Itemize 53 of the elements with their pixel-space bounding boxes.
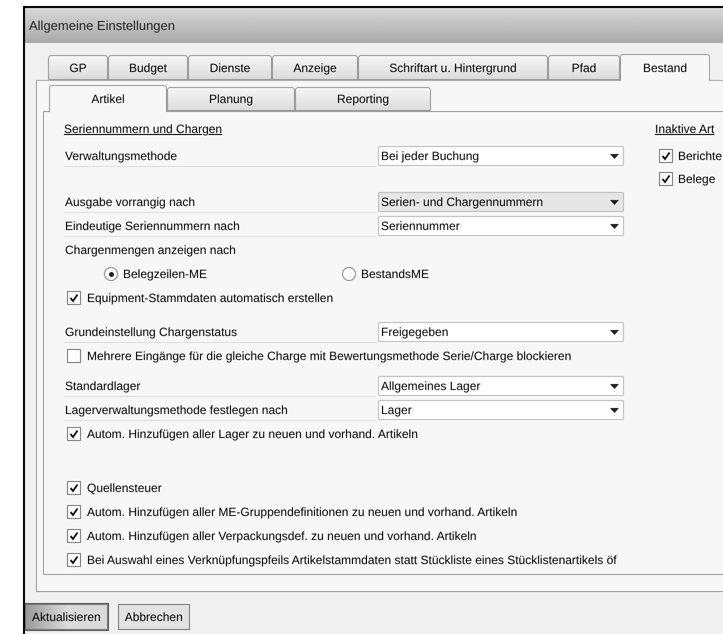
dropdown-arrow-icon [610, 224, 619, 228]
checkbox[interactable] [659, 148, 673, 162]
checkbox[interactable] [67, 349, 81, 363]
tab[interactable]: Budget [108, 55, 188, 80]
checkbox[interactable] [67, 481, 81, 495]
radio-button[interactable]: BestandsME [342, 265, 430, 283]
dropdown[interactable]: Freigegeben [378, 322, 624, 342]
window-title: Allgemeine Einstellungen [29, 16, 175, 35]
tab[interactable]: Artikel [49, 85, 167, 112]
checkbox-label: Berichte [678, 148, 722, 164]
field-label: Lagerverwaltungsmethode festlegen nach [64, 399, 377, 421]
checkbox-label: Belege [678, 170, 716, 188]
checkbox-label: Quellensteuer [87, 480, 162, 497]
field-label: Ausgabe vorrangig nach [64, 191, 377, 213]
field-label: Eindeutige Seriennummern nach [64, 215, 377, 237]
dropdown[interactable]: Allgemeines Lager [378, 376, 624, 396]
checkbox[interactable] [67, 505, 81, 519]
tab[interactable]: Anzeige [272, 55, 358, 80]
checkbox[interactable] [67, 553, 81, 567]
dropdown-arrow-icon [610, 200, 619, 204]
dropdown-arrow-icon [610, 408, 619, 412]
section-heading: Inaktive Art [655, 121, 716, 138]
dropdown-arrow-icon [610, 384, 619, 388]
checkbox-label: Bei Auswahl eines Verknüpfungspfeils Artikelstammdaten statt Stückliste eines Stücklistenartikels öf [87, 552, 617, 569]
tab[interactable]: GP [48, 55, 108, 80]
checkbox[interactable] [67, 427, 81, 441]
field-label: Verwaltungsmethode [64, 145, 377, 167]
checkbox[interactable] [67, 529, 81, 543]
dropdown[interactable]: Lager [378, 400, 624, 420]
checkbox[interactable] [67, 291, 81, 305]
button[interactable]: Aktualisieren [25, 604, 108, 630]
field-label: Standardlager [64, 375, 377, 397]
dropdown[interactable]: Seriennummer [378, 216, 624, 236]
tab[interactable]: Planung [167, 87, 295, 111]
tab[interactable]: Pfad [548, 55, 620, 80]
checkbox-label: Equipment-Stammdaten automatisch erstellen [87, 290, 334, 307]
tab[interactable]: Schriftart u. Hintergrund [358, 55, 548, 80]
button[interactable]: Abbrechen [118, 604, 190, 630]
field-label: Grundeinstellung Chargenstatus [64, 321, 377, 343]
dropdown-arrow-icon [610, 154, 619, 158]
dropdown-arrow-icon [610, 330, 619, 334]
section-heading: Seriennummern und Chargen [64, 121, 222, 138]
checkbox-label: Autom. Hinzufügen aller ME-Gruppendefinitionen zu neuen und vorhand. Artikeln [87, 504, 518, 521]
radio-button[interactable]: Belegzeilen-ME [104, 265, 342, 283]
checkbox-label: Autom. Hinzufügen aller Verpackungsdef. zu neuen und vorhand. Artikeln [87, 528, 477, 545]
checkbox-label: Mehrere Eingänge für die gleiche Charge mit Bewertungsmethode Serie/Charge blockieren [87, 348, 572, 365]
checkbox-label: Autom. Hinzufügen aller Lager zu neuen und vorhand. Artikeln [87, 426, 418, 443]
tab[interactable]: Reporting [295, 87, 431, 111]
dropdown[interactable]: Bei jeder Buchung [378, 146, 624, 166]
field-label: Chargenmengen anzeigen nach [64, 242, 236, 259]
checkbox[interactable] [659, 172, 673, 186]
tab[interactable]: Bestand [620, 54, 710, 81]
tab[interactable]: Dienste [188, 55, 272, 80]
